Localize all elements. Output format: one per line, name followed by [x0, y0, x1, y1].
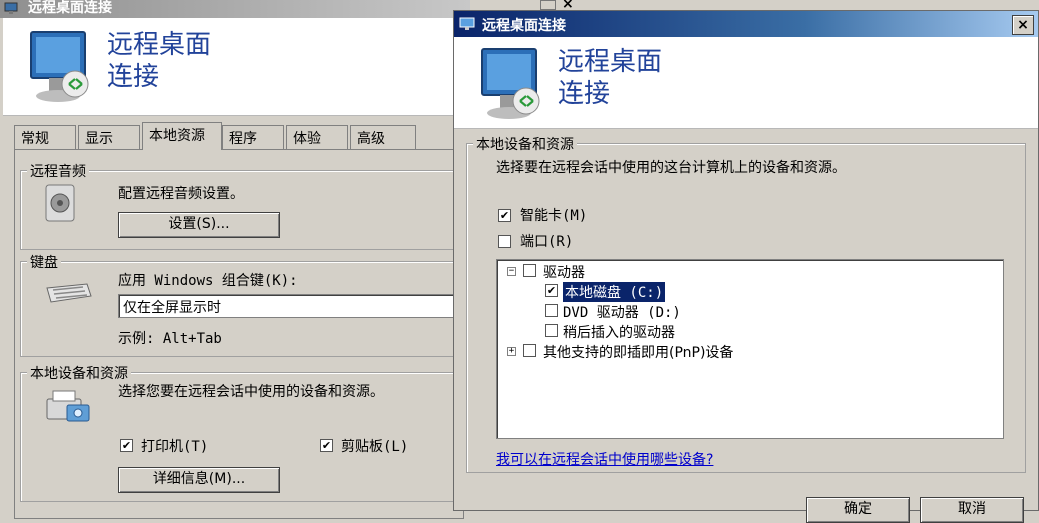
later-drives-checkbox[interactable]	[545, 324, 558, 337]
local-devices-description: 选择您要在远程会话中使用的设备和资源。	[118, 384, 384, 400]
help-link[interactable]: 我可以在远程会话中使用哪些设备?	[496, 449, 713, 469]
audio-settings-button[interactable]: 设置(S)...	[118, 212, 280, 238]
remote-audio-label: 远程音频	[27, 161, 89, 181]
remote-desktop-icon	[4, 2, 18, 14]
monitor-icon	[481, 48, 540, 119]
close-button[interactable]: ×	[1012, 15, 1034, 35]
close-icon: ×	[1017, 17, 1029, 33]
tab-programs[interactable]: 程序	[222, 125, 284, 149]
printer-checkbox[interactable]: ✔	[120, 439, 133, 452]
back-titlebar[interactable]: 远程桌面连接	[0, 0, 470, 18]
devices-icon	[46, 390, 90, 422]
remote-desktop-icon	[459, 17, 475, 30]
local-devices-label: 本地设备和资源	[27, 363, 131, 383]
back-window-title: 远程桌面连接	[28, 0, 112, 16]
printer-label: 打印机(T)	[141, 439, 209, 455]
speaker-icon	[45, 184, 75, 222]
dialog-description: 选择要在远程会话中使用的这台计算机上的设备和资源。	[496, 160, 846, 176]
dialog-title: 远程桌面连接	[482, 18, 566, 34]
devices-tree[interactable]: − 驱动器 ✔ 本地磁盘 (C:) DVD 驱动器 (D:) 稍后插入的驱动器 …	[496, 259, 1004, 439]
tab-advanced[interactable]: 高级	[350, 125, 416, 149]
keyboard-icon	[46, 283, 92, 303]
back-banner-line1: 远程桌面	[107, 30, 212, 60]
expand-icon[interactable]: +	[507, 347, 516, 356]
back-restore-button[interactable]	[540, 0, 556, 10]
keyboard-group: 键盘 应用 Windows 组合键(K): 仅在全屏显示时 示例: Alt+Ta…	[20, 252, 460, 357]
remote-audio-group: 远程音频 配置远程音频设置。 设置(S)...	[20, 161, 460, 250]
back-banner-line2: 连接	[107, 62, 160, 92]
local-disk-checkbox[interactable]: ✔	[545, 284, 558, 297]
smart-card-checkbox[interactable]: ✔	[498, 209, 511, 222]
local-devices-group: 本地设备和资源 选择您要在远程会话中使用的设备和资源。 ✔ 打印机(T) ✔ 剪…	[20, 363, 460, 502]
local-disk-label: 本地磁盘 (C:)	[563, 282, 666, 302]
clipboard-checkbox[interactable]: ✔	[320, 439, 333, 452]
dialog-banner-line2: 连接	[558, 79, 611, 109]
ports-checkbox[interactable]	[498, 235, 511, 248]
back-banner: 远程桌面 连接	[3, 18, 470, 116]
dialog-group-label: 本地设备和资源	[473, 134, 577, 154]
apply-windows-keys-label: 应用 Windows 组合键(K):	[118, 273, 298, 289]
monitor-icon	[30, 31, 89, 102]
audio-description: 配置远程音频设置。	[118, 186, 244, 202]
more-details-button[interactable]: 详细信息(M)...	[118, 467, 280, 493]
dialog-titlebar[interactable]: 远程桌面连接 ×	[454, 11, 1038, 37]
later-drives-label: 稍后插入的驱动器	[563, 325, 675, 341]
collapse-icon[interactable]: −	[507, 267, 516, 276]
pnp-label: 其他支持的即插即用(PnP)设备	[543, 345, 734, 361]
tab-display[interactable]: 显示	[78, 125, 140, 149]
smart-card-label: 智能卡(M)	[520, 208, 588, 224]
drives-label: 驱动器	[543, 265, 585, 281]
dvd-checkbox[interactable]	[545, 304, 558, 317]
dvd-label: DVD 驱动器 (D:)	[563, 305, 681, 321]
ports-label: 端口(R)	[520, 234, 574, 250]
local-devices-dialog: 远程桌面连接 × 远程桌面 连接 本地设备和资源 选择要在远程会话中使用的这台计…	[453, 10, 1039, 523]
pnp-checkbox[interactable]	[523, 344, 536, 357]
tab-experience[interactable]: 体验	[286, 125, 348, 149]
tab-local-resources[interactable]: 本地资源	[142, 122, 222, 150]
back-window: 远程桌面连接 远程桌面 连接 常规 显示 本地资源 程序 体验 高级 远程音频	[0, 0, 470, 519]
cancel-button[interactable]: 取消	[920, 497, 1024, 523]
tab-general[interactable]: 常规	[14, 125, 76, 149]
dialog-banner: 远程桌面 连接	[454, 37, 1038, 129]
drives-checkbox[interactable]	[523, 264, 536, 277]
local-resources-pane: 远程音频 配置远程音频设置。 设置(S)... 键盘 应用 Windows 组合…	[14, 149, 464, 519]
windows-keys-combo[interactable]: 仅在全屏显示时	[118, 294, 458, 318]
keyboard-label: 键盘	[27, 252, 61, 272]
ok-button[interactable]: 确定	[806, 497, 910, 523]
clipboard-label: 剪贴板(L)	[341, 439, 409, 455]
keyboard-example: 示例: Alt+Tab	[118, 331, 222, 347]
dialog-banner-line1: 远程桌面	[558, 47, 663, 77]
